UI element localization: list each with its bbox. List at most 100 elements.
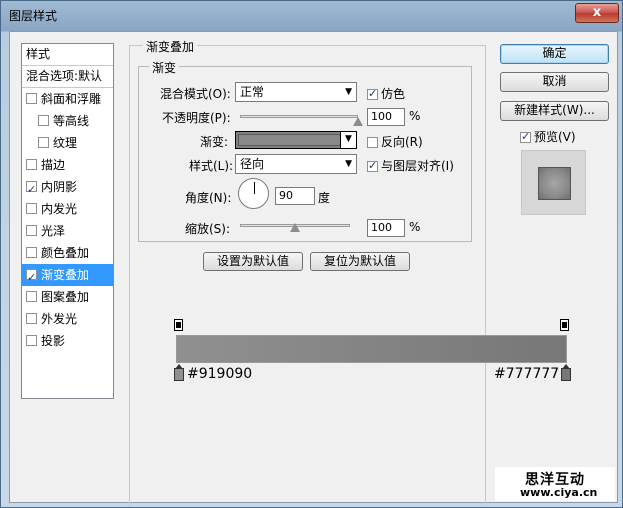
style-list-item-label: 图案叠加 (41, 290, 90, 304)
reverse-checkbox[interactable]: 反向(R) (367, 133, 423, 150)
checkbox-icon[interactable] (38, 115, 49, 126)
gradient-label: 渐变: (200, 135, 229, 149)
style-list-item[interactable]: 外发光 (22, 308, 113, 330)
checkbox-icon (367, 159, 378, 172)
gradient-picker[interactable] (235, 131, 357, 149)
color-stop-left-label: #919090 (187, 366, 253, 382)
new-style-button[interactable]: 新建样式(W)... (500, 101, 609, 121)
checkbox-icon (367, 87, 378, 100)
style-list-item[interactable]: 渐变叠加 (22, 264, 113, 289)
angle-unit: 度 (318, 191, 331, 205)
group-title-gradient-overlay: 渐变叠加 (143, 38, 198, 55)
checkbox-icon[interactable] (26, 203, 37, 214)
color-stop-left[interactable] (174, 364, 184, 381)
opacity-label: 不透明度(P): (162, 111, 231, 125)
opacity-slider-thumb[interactable] (353, 117, 363, 126)
dither-checkbox[interactable]: 仿色 (367, 85, 405, 102)
color-stop-right[interactable] (561, 364, 571, 381)
angle-input[interactable]: 90 (275, 187, 315, 205)
checkbox-icon[interactable] (26, 335, 37, 346)
dropdown-arrow-icon: ▼ (345, 159, 352, 169)
watermark: 思洋互动 www.ciya.cn (495, 467, 615, 501)
style-list-item-label: 颜色叠加 (41, 246, 90, 260)
style-list-item[interactable]: 颜色叠加 (22, 242, 113, 264)
style-list-item-label: 渐变叠加 (41, 268, 90, 282)
group-title-gradient: 渐变 (149, 59, 180, 76)
reset-default-button[interactable]: 复位为默认值 (310, 252, 410, 271)
set-default-button[interactable]: 设置为默认值 (203, 252, 303, 271)
ok-button[interactable]: 确定 (500, 44, 609, 64)
checkbox-icon[interactable] (26, 179, 37, 201)
style-list-item[interactable]: 纹理 (22, 132, 113, 154)
style-list-item-label: 描边 (41, 158, 66, 172)
checkbox-icon[interactable] (26, 267, 37, 289)
scale-input[interactable]: 100 (367, 219, 405, 237)
gradient-style-value: 径向 (240, 157, 265, 171)
preview-swatch (538, 167, 571, 200)
window-title: 图层样式 (9, 9, 58, 23)
style-list: 样式 混合选项:默认 斜面和浮雕等高线纹理描边内阴影内发光光泽颜色叠加渐变叠加图… (21, 43, 114, 399)
scale-label: 缩放(S): (185, 222, 231, 236)
blend-options-item[interactable]: 混合选项:默认 (22, 66, 113, 88)
style-list-item[interactable]: 内发光 (22, 198, 113, 220)
opacity-stop-left[interactable] (174, 319, 183, 331)
style-list-item-label: 投影 (41, 334, 66, 348)
opacity-stop-right[interactable] (560, 319, 569, 331)
scale-unit: % (409, 220, 421, 234)
angle-label: 角度(N): (185, 191, 232, 205)
style-list-item[interactable]: 光泽 (22, 220, 113, 242)
opacity-unit: % (409, 109, 421, 123)
dither-label: 仿色 (381, 87, 406, 101)
scale-slider-thumb[interactable] (290, 223, 300, 232)
style-list-item[interactable]: 斜面和浮雕 (22, 88, 113, 110)
gradient-dropdown-button[interactable]: ▼ (340, 131, 357, 149)
align-with-layer-checkbox[interactable]: 与图层对齐(I) (367, 157, 454, 174)
align-with-layer-label: 与图层对齐(I) (381, 159, 454, 173)
checkbox-icon (520, 130, 531, 143)
checkbox-icon[interactable] (26, 225, 37, 236)
gradient-bar[interactable] (176, 335, 567, 363)
dropdown-arrow-icon: ▼ (345, 87, 352, 97)
angle-dial[interactable] (238, 178, 269, 209)
style-list-item[interactable]: 描边 (22, 154, 113, 176)
opacity-slider-track[interactable] (240, 115, 358, 118)
preview-label: 预览(V) (534, 130, 576, 144)
style-list-item-label: 内发光 (41, 202, 78, 216)
checkbox-icon[interactable] (26, 159, 37, 170)
style-list-item-label: 外发光 (41, 312, 78, 326)
blend-mode-select[interactable]: 正常 ▼ (235, 82, 357, 102)
style-list-item[interactable]: 等高线 (22, 110, 113, 132)
blend-mode-value: 正常 (240, 85, 265, 99)
title-bar: 图层样式 x (1, 1, 623, 31)
style-list-item-label: 光泽 (41, 224, 66, 238)
checkbox-icon (367, 137, 378, 148)
reverse-label: 反向(R) (381, 135, 423, 149)
gradient-swatch (238, 134, 354, 146)
style-list-item[interactable]: 投影 (22, 330, 113, 352)
style-list-item[interactable]: 内阴影 (22, 176, 113, 201)
checkbox-icon[interactable] (38, 137, 49, 148)
color-stop-right-label: #777777 (494, 366, 560, 382)
cancel-button[interactable]: 取消 (500, 72, 609, 92)
checkbox-icon[interactable] (26, 291, 37, 302)
style-label: 样式(L): (189, 159, 234, 173)
dialog-window: 图层样式 x 样式 混合选项:默认 斜面和浮雕等高线纹理描边内阴影内发光光泽颜色… (0, 0, 623, 508)
checkbox-icon[interactable] (26, 247, 37, 258)
gradient-style-select[interactable]: 径向 ▼ (235, 154, 357, 174)
style-list-header[interactable]: 样式 (22, 44, 113, 66)
watermark-url: www.ciya.cn (520, 486, 598, 499)
style-preview (521, 150, 586, 215)
checkbox-icon[interactable] (26, 313, 37, 324)
blend-mode-label: 混合模式(O): (160, 87, 231, 101)
preview-checkbox[interactable]: 预览(V) (520, 128, 576, 145)
checkbox-icon[interactable] (26, 93, 37, 104)
style-list-item-label: 内阴影 (41, 180, 78, 194)
style-list-item[interactable]: 图案叠加 (22, 286, 113, 308)
opacity-input[interactable]: 100 (367, 108, 405, 126)
close-button[interactable]: x (575, 3, 619, 23)
dialog-client-area: 样式 混合选项:默认 斜面和浮雕等高线纹理描边内阴影内发光光泽颜色叠加渐变叠加图… (9, 31, 618, 506)
angle-dial-needle (254, 182, 255, 194)
style-list-item-label: 等高线 (53, 114, 90, 128)
style-list-item-label: 纹理 (53, 136, 78, 150)
dropdown-arrow-icon: ▼ (345, 134, 352, 144)
